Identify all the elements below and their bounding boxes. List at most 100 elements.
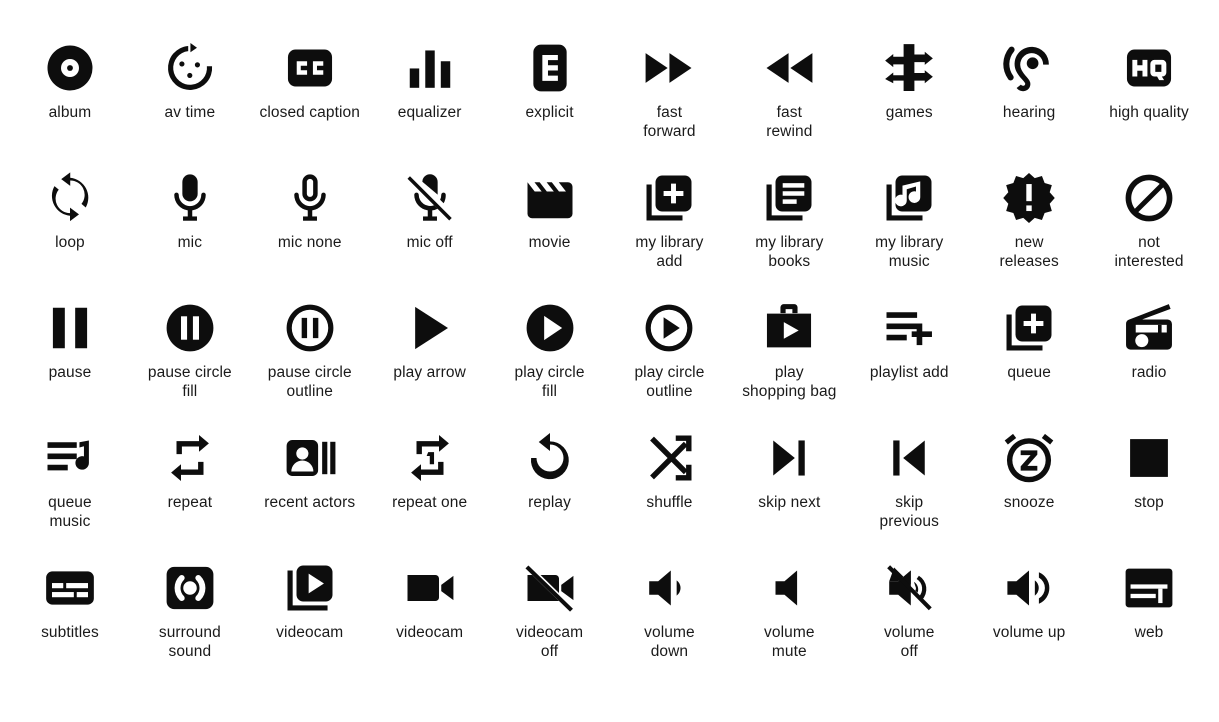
icon-cell-explicit[interactable]: explicit xyxy=(490,22,610,152)
icon-cell-snooze[interactable]: snooze xyxy=(969,412,1089,542)
icon-cell-shuffle[interactable]: shuffle xyxy=(610,412,730,542)
album-icon[interactable] xyxy=(42,40,98,96)
icon-cell-mic-off[interactable]: mic off xyxy=(370,152,490,282)
skip-next-icon[interactable] xyxy=(761,430,817,486)
volume-up-icon[interactable] xyxy=(1001,560,1057,616)
radio-icon[interactable] xyxy=(1121,300,1177,356)
icon-cell-play-arrow[interactable]: play arrow xyxy=(370,282,490,412)
av-time-icon[interactable] xyxy=(162,40,218,96)
icon-cell-not-interested[interactable]: not interested xyxy=(1089,152,1209,282)
surround-sound-icon[interactable] xyxy=(162,560,218,616)
queue-icon[interactable] xyxy=(1001,300,1057,356)
movie-icon[interactable] xyxy=(522,170,578,226)
icon-cell-pause-circle-fill[interactable]: pause circle fill xyxy=(130,282,250,412)
icon-cell-skip-next[interactable]: skip next xyxy=(729,412,849,542)
icon-cell-fast-forward[interactable]: fast forward xyxy=(610,22,730,152)
icon-cell-play-circle-fill[interactable]: play circle fill xyxy=(490,282,610,412)
repeat-one-icon[interactable] xyxy=(402,430,458,486)
icon-cell-queue-music[interactable]: queue music xyxy=(10,412,130,542)
icon-cell-stop[interactable]: stop xyxy=(1089,412,1209,542)
icon-cell-play-shopping-bag[interactable]: play shopping bag xyxy=(729,282,849,412)
icon-cell-mic[interactable]: mic xyxy=(130,152,250,282)
new-releases-icon[interactable] xyxy=(1001,170,1057,226)
pause-circle-outline-icon[interactable] xyxy=(282,300,338,356)
mic-none-icon[interactable] xyxy=(282,170,338,226)
icon-cell-pause[interactable]: pause xyxy=(10,282,130,412)
icon-cell-volume-down[interactable]: volume down xyxy=(610,542,730,672)
icon-cell-my-library-music[interactable]: my library music xyxy=(849,152,969,282)
videocam-off-icon[interactable] xyxy=(522,560,578,616)
volume-down-icon[interactable] xyxy=(641,560,697,616)
icon-cell-repeat[interactable]: repeat xyxy=(130,412,250,542)
icon-cell-videocam-play[interactable]: videocam xyxy=(250,542,370,672)
web-icon[interactable] xyxy=(1121,560,1177,616)
play-arrow-icon[interactable] xyxy=(402,300,458,356)
icon-cell-mic-none[interactable]: mic none xyxy=(250,152,370,282)
icon-cell-videocam-off[interactable]: videocam off xyxy=(490,542,610,672)
shuffle-icon[interactable] xyxy=(641,430,697,486)
pause-circle-fill-icon[interactable] xyxy=(162,300,218,356)
icon-cell-videocam[interactable]: videocam xyxy=(370,542,490,672)
equalizer-icon[interactable] xyxy=(402,40,458,96)
my-library-books-icon[interactable] xyxy=(761,170,817,226)
icon-cell-volume-up[interactable]: volume up xyxy=(969,542,1089,672)
icon-cell-playlist-add[interactable]: playlist add xyxy=(849,282,969,412)
snooze-icon[interactable] xyxy=(1001,430,1057,486)
icon-cell-volume-mute[interactable]: volume mute xyxy=(729,542,849,672)
icon-cell-web[interactable]: web xyxy=(1089,542,1209,672)
icon-cell-games[interactable]: games xyxy=(849,22,969,152)
repeat-icon[interactable] xyxy=(162,430,218,486)
icon-cell-hearing[interactable]: hearing xyxy=(969,22,1089,152)
icon-cell-my-library-add[interactable]: my library add xyxy=(610,152,730,282)
playlist-add-icon[interactable] xyxy=(881,300,937,356)
videocam-play-icon[interactable] xyxy=(282,560,338,616)
icon-cell-volume-off[interactable]: volume off xyxy=(849,542,969,672)
icon-cell-surround-sound[interactable]: surround sound xyxy=(130,542,250,672)
icon-cell-equalizer[interactable]: equalizer xyxy=(370,22,490,152)
subtitles-icon[interactable] xyxy=(42,560,98,616)
play-circle-outline-icon[interactable] xyxy=(641,300,697,356)
recent-actors-icon[interactable] xyxy=(282,430,338,486)
volume-off-icon[interactable] xyxy=(881,560,937,616)
hearing-icon[interactable] xyxy=(1001,40,1057,96)
fast-rewind-icon[interactable] xyxy=(761,40,817,96)
videocam-icon[interactable] xyxy=(402,560,458,616)
fast-forward-icon[interactable] xyxy=(641,40,697,96)
mic-icon[interactable] xyxy=(162,170,218,226)
icon-cell-play-circle-outline[interactable]: play circle outline xyxy=(610,282,730,412)
stop-icon[interactable] xyxy=(1121,430,1177,486)
play-circle-fill-icon[interactable] xyxy=(522,300,578,356)
mic-off-icon[interactable] xyxy=(402,170,458,226)
skip-previous-icon[interactable] xyxy=(881,430,937,486)
play-shopping-bag-icon[interactable] xyxy=(761,300,817,356)
my-library-add-icon[interactable] xyxy=(641,170,697,226)
games-icon[interactable] xyxy=(881,40,937,96)
explicit-icon[interactable] xyxy=(522,40,578,96)
icon-cell-my-library-books[interactable]: my library books xyxy=(729,152,849,282)
icon-cell-repeat-one[interactable]: repeat one xyxy=(370,412,490,542)
icon-cell-pause-circle-outline[interactable]: pause circle outline xyxy=(250,282,370,412)
loop-icon[interactable] xyxy=(42,170,98,226)
icon-cell-new-releases[interactable]: new releases xyxy=(969,152,1089,282)
icon-cell-radio[interactable]: radio xyxy=(1089,282,1209,412)
icon-cell-loop[interactable]: loop xyxy=(10,152,130,282)
queue-music-icon[interactable] xyxy=(42,430,98,486)
replay-icon[interactable] xyxy=(522,430,578,486)
high-quality-icon[interactable] xyxy=(1121,40,1177,96)
icon-cell-high-quality[interactable]: high quality xyxy=(1089,22,1209,152)
my-library-music-icon[interactable] xyxy=(881,170,937,226)
icon-cell-skip-previous[interactable]: skip previous xyxy=(849,412,969,542)
volume-mute-icon[interactable] xyxy=(761,560,817,616)
icon-cell-album[interactable]: album xyxy=(10,22,130,152)
icon-cell-fast-rewind[interactable]: fast rewind xyxy=(729,22,849,152)
pause-icon[interactable] xyxy=(42,300,98,356)
icon-cell-subtitles[interactable]: subtitles xyxy=(10,542,130,672)
icon-cell-recent-actors[interactable]: recent actors xyxy=(250,412,370,542)
icon-cell-av-time[interactable]: av time xyxy=(130,22,250,152)
icon-cell-closed-caption[interactable]: closed caption xyxy=(250,22,370,152)
icon-cell-queue[interactable]: queue xyxy=(969,282,1089,412)
icon-cell-replay[interactable]: replay xyxy=(490,412,610,542)
not-interested-icon[interactable] xyxy=(1121,170,1177,226)
icon-cell-movie[interactable]: movie xyxy=(490,152,610,282)
closed-caption-icon[interactable] xyxy=(282,40,338,96)
